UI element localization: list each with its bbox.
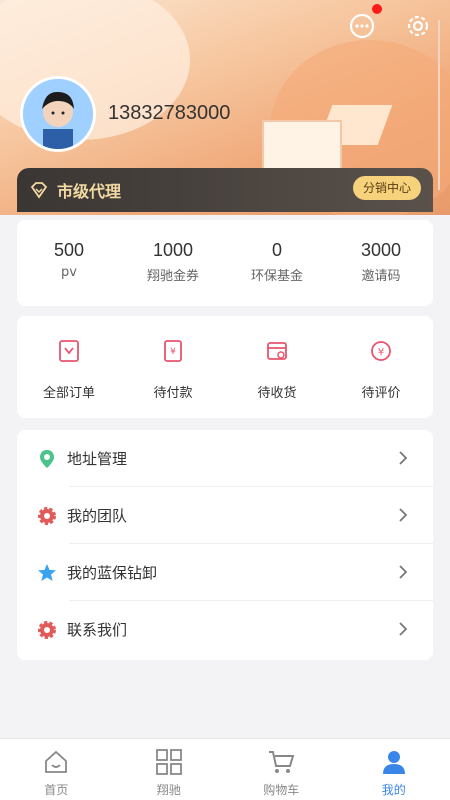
avatar[interactable] — [20, 76, 96, 152]
profile-icon — [382, 751, 405, 774]
menu-item-team[interactable]: 我的团队 — [17, 487, 433, 544]
stat-label: pv — [61, 265, 77, 280]
stat-fund[interactable]: 0 环保基金 — [225, 220, 329, 306]
orders-card: 全部订单 ¥ 待付款 待收货 ¥ 待评价 — [17, 316, 433, 418]
stat-coupon[interactable]: 1000 翔驰金券 — [121, 220, 225, 306]
menu-item-label: 我的团队 — [67, 507, 128, 525]
cart-icon — [269, 751, 295, 773]
tab-xiangchi[interactable]: 翔驰 — [113, 739, 226, 800]
settings-menu: 地址管理 我的团队 我的蓝保钻卸 联系我们 — [17, 430, 433, 660]
distribution-center-button[interactable]: 分销中心 — [352, 176, 421, 200]
order-label: 待评价 — [361, 386, 401, 401]
menu-item-contact[interactable]: 联系我们 — [17, 601, 433, 658]
chevron-right-icon — [399, 451, 408, 465]
notification-badge — [372, 4, 382, 14]
svg-text:¥: ¥ — [378, 347, 384, 358]
stat-value: 500 — [53, 240, 85, 260]
order-all-button[interactable]: 全部订单 — [17, 316, 121, 418]
tab-label: 翔驰 — [156, 783, 181, 797]
svg-text:¥: ¥ — [170, 347, 176, 357]
chevron-right-icon — [399, 622, 408, 636]
star-icon — [37, 563, 57, 583]
tab-label: 购物车 — [263, 783, 300, 797]
tab-label: 我的 — [381, 783, 406, 797]
all-orders-icon — [59, 340, 79, 362]
stat-value: 1000 — [152, 240, 194, 260]
chevron-right-icon — [399, 565, 408, 579]
chevron-right-icon — [399, 508, 408, 522]
stat-pv[interactable]: 500 pv — [17, 220, 121, 306]
menu-item-address[interactable]: 地址管理 — [17, 430, 433, 487]
stat-invite-code[interactable]: 3000 邀请码 — [329, 220, 433, 306]
tab-mine[interactable]: 我的 — [338, 739, 450, 800]
stat-label: 环保基金 — [250, 269, 303, 284]
tab-home[interactable]: 首页 — [0, 739, 113, 800]
home-icon — [45, 750, 68, 773]
gear-icon — [37, 506, 57, 526]
pending-review-icon: ¥ — [371, 341, 391, 361]
location-pin-icon — [37, 449, 57, 469]
grid-icon — [155, 749, 182, 775]
stats-card: 500 pv 1000 翔驰金券 0 环保基金 3000 邀请码 — [17, 220, 433, 306]
user-avatar-icon — [23, 79, 93, 149]
order-pending-receipt-button[interactable]: 待收货 — [225, 316, 329, 418]
header-actions — [348, 4, 432, 40]
menu-item-label: 地址管理 — [67, 450, 128, 468]
stat-label: 翔驰金券 — [146, 269, 199, 284]
vip-title: 市级代理 — [57, 182, 122, 201]
gear-icon[interactable] — [404, 12, 432, 40]
pending-receipt-icon — [267, 342, 287, 360]
tab-cart[interactable]: 购物车 — [225, 739, 338, 800]
menu-item-label: 我的蓝保钻卸 — [67, 564, 158, 582]
stat-value: 3000 — [360, 240, 402, 260]
menu-item-blue-diamond[interactable]: 我的蓝保钻卸 — [17, 544, 433, 601]
order-label: 待付款 — [153, 386, 193, 401]
order-label: 待收货 — [257, 386, 297, 401]
chat-bubble-icon[interactable] — [348, 4, 382, 40]
phone-number: 13832783000 — [108, 102, 231, 124]
bottom-tab-bar: 首页 翔驰 购物车 我的 — [0, 738, 450, 800]
menu-item-label: 联系我们 — [67, 621, 128, 639]
order-pending-review-button[interactable]: ¥ 待评价 — [329, 316, 433, 418]
tab-label: 首页 — [44, 783, 69, 797]
order-label: 全部订单 — [42, 386, 95, 401]
stat-label: 邀请码 — [361, 269, 401, 284]
stat-value: 0 — [271, 240, 282, 260]
pending-payment-icon: ¥ — [164, 340, 182, 362]
gear-icon — [37, 620, 57, 640]
order-pending-payment-button[interactable]: ¥ 待付款 — [121, 316, 225, 418]
vip-level-bar: 市级代理 分销中心 — [17, 168, 433, 212]
diamond-icon — [30, 182, 48, 199]
